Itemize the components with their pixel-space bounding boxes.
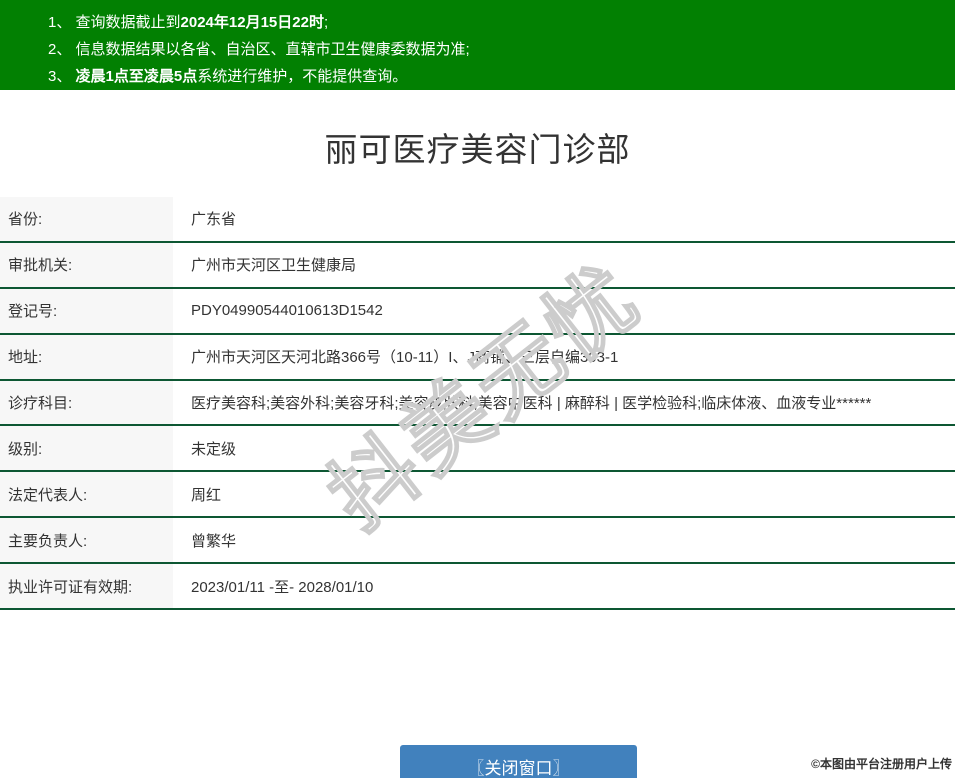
row-label: 级别:: [0, 426, 173, 471]
table-row-approval-authority: 审批机关: 广州市天河区卫生健康局: [0, 242, 955, 289]
table-row-treatment-subjects: 诊疗科目: 医疗美容科;美容外科;美容牙科;美容皮肤科;美容中医科 | 麻醉科 …: [0, 380, 955, 427]
row-value: 2023/01/11 -至- 2028/01/10: [191, 578, 374, 596]
table-row-registration-number: 登记号: PDY04990544010613D1542: [0, 288, 955, 335]
table-row-address: 地址: 广州市天河区天河北路366号（10-11）I、J商铺、三层自编303-1: [0, 334, 955, 381]
notice-text-pre: 3、: [48, 68, 76, 85]
row-label: 登记号:: [0, 288, 173, 333]
row-label: 法定代表人:: [0, 472, 173, 517]
notice-line: 3、 凌晨1点至凌晨5点系统进行维护，不能提供查询。: [48, 63, 955, 90]
row-label: 审批机关:: [0, 242, 173, 287]
notice-banner: 1、 查询数据截止到2024年12月15日22时; 2、 信息数据结果以各省、自…: [0, 0, 955, 90]
notice-text-pre: 2、 信息数据结果以各省、自治区、直辖市卫生健康委数据为准;: [48, 41, 470, 58]
row-value: 周红: [191, 486, 222, 504]
table-row-license-validity: 执业许可证有效期: 2023/01/11 -至- 2028/01/10: [0, 564, 955, 611]
notice-line: 1、 查询数据截止到2024年12月15日22时;: [48, 9, 955, 36]
notice-text-pre: 1、 查询数据截止到: [48, 14, 181, 31]
row-value: 广州市天河区卫生健康局: [191, 257, 357, 275]
row-label: 主要负责人:: [0, 518, 173, 563]
row-value: 广东省: [191, 211, 237, 229]
notice-line: 2、 信息数据结果以各省、自治区、直辖市卫生健康委数据为准;: [48, 36, 955, 63]
row-value: 广州市天河区天河北路366号（10-11）I、J商铺、三层自编303-1: [191, 349, 619, 367]
row-label: 执业许可证有效期:: [0, 564, 173, 609]
uploader-copyright-note: ©本图由平台注册用户上传: [811, 757, 952, 771]
row-value: 未定级: [191, 440, 237, 458]
notice-text-post: 系统进行维护，不能提供查询。: [197, 68, 408, 85]
notice-text-bold: 凌晨1点至凌晨5点: [75, 68, 198, 85]
close-window-button[interactable]: 〖关闭窗口〗: [400, 745, 637, 778]
page-title: 丽可医疗美容门诊部: [324, 131, 631, 168]
table-row-level: 级别: 未定级: [0, 426, 955, 473]
notice-text-bold: 2024年12月15日22时: [180, 14, 324, 31]
row-value: PDY04990544010613D1542: [191, 302, 383, 320]
page: 1、 查询数据截止到2024年12月15日22时; 2、 信息数据结果以各省、自…: [0, 0, 955, 778]
row-label: 地址:: [0, 334, 173, 379]
table-row-province: 省份: 广东省: [0, 197, 955, 243]
notice-text-post: ;: [323, 14, 329, 31]
row-label: 诊疗科目:: [0, 380, 173, 425]
row-value: 医疗美容科;美容外科;美容牙科;美容皮肤科;美容中医科 | 麻醉科 | 医学检验…: [191, 395, 872, 412]
row-label: 省份:: [0, 197, 173, 241]
table-row-main-person-in-charge: 主要负责人: 曾繁华: [0, 518, 955, 565]
table-row-legal-representative: 法定代表人: 周红: [0, 472, 955, 519]
row-value: 曾繁华: [191, 532, 237, 550]
institution-info-table: 省份: 广东省 审批机关: 广州市天河区卫生健康局 登记号: PDY049905…: [0, 197, 955, 611]
